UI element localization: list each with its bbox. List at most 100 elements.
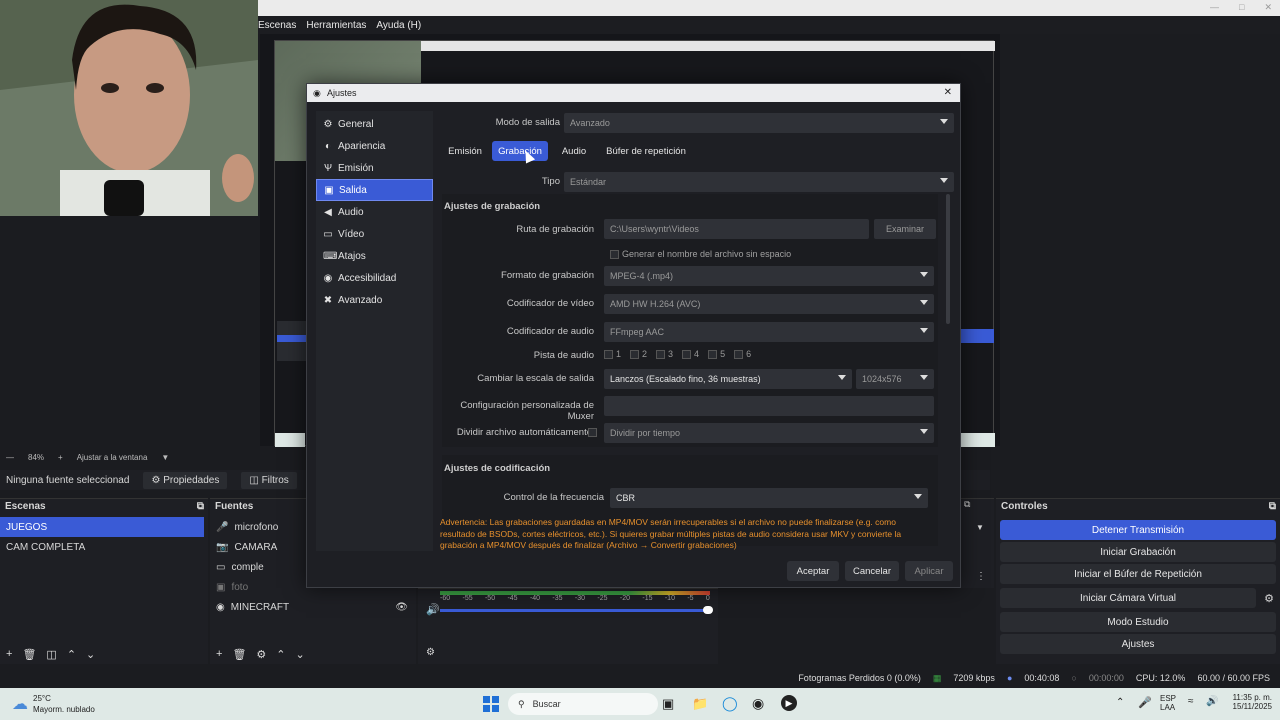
virtual-camera-button[interactable]: Iniciar Cámara Virtual	[1000, 588, 1256, 608]
path-input[interactable]: C:\Users\wyntr\Videos	[604, 219, 869, 239]
nav-item[interactable]: ▣ Salida	[316, 179, 433, 201]
taskbar-search[interactable]: ⚲ Buscar	[508, 693, 658, 715]
meter-tick: -5	[687, 595, 694, 602]
track-checkbox[interactable]: 5	[708, 349, 725, 360]
rescale-filter-select[interactable]: Lanczos (Escalado fino, 36 muestras)	[604, 369, 852, 389]
chevron-down-icon[interactable]: ▼	[976, 523, 984, 532]
volume-slider-handle[interactable]	[703, 606, 713, 614]
muxer-input[interactable]	[604, 396, 934, 416]
nav-item[interactable]: ⌨ Atajos	[316, 245, 433, 267]
speaker-icon[interactable]: 🔊	[426, 603, 440, 616]
nav-item[interactable]: ◐ Apariencia	[316, 135, 433, 157]
ok-button[interactable]: Aceptar	[787, 561, 839, 581]
source-item[interactable]: ◉ MINECRAFT 👁	[210, 597, 416, 617]
track-checkbox[interactable]: 3	[656, 349, 673, 360]
down-arrow-icon[interactable]: ⌄	[86, 648, 95, 661]
language-indicator[interactable]: ESP LAA	[1160, 694, 1176, 712]
nav-label: Accesibilidad	[338, 272, 397, 284]
dock-float-icon[interactable]: ⧉	[197, 501, 204, 512]
studio-mode-button[interactable]: Modo Estudio	[1000, 612, 1276, 632]
monitor-icon: ▭	[323, 228, 333, 240]
nav-item[interactable]: ✖ Avanzado	[316, 289, 433, 311]
browse-button[interactable]: Examinar	[874, 219, 936, 239]
add-icon[interactable]: +	[6, 648, 12, 660]
fit-window-label[interactable]: Ajustar a la ventana	[77, 453, 148, 462]
filters-button[interactable]: ◫ Filtros	[241, 471, 297, 489]
tab-replay-buffer[interactable]: Búfer de repetición	[600, 141, 692, 161]
nav-item[interactable]: ⚙ General	[316, 113, 433, 135]
up-arrow-icon[interactable]: ⌃	[67, 648, 76, 661]
settings-button[interactable]: Ajustes	[1000, 634, 1276, 654]
nav-item[interactable]: Ѱ Emisión	[316, 157, 433, 179]
chevron-down-icon[interactable]: ▼	[161, 453, 169, 462]
nav-item[interactable]: ▭ Vídeo	[316, 223, 433, 245]
nav-item[interactable]: ◀ Audio	[316, 201, 433, 223]
nav-item[interactable]: ◉ Accesibilidad	[316, 267, 433, 289]
properties-button[interactable]: ⚙ Propiedades	[143, 471, 228, 489]
down-arrow-icon[interactable]: ⌄	[296, 648, 305, 661]
scrollbar[interactable]	[946, 194, 950, 324]
type-select[interactable]: Estándar	[564, 172, 954, 192]
format-select[interactable]: MPEG-4 (.mp4)	[604, 266, 934, 286]
tab-grabacion[interactable]: Grabación	[492, 141, 548, 161]
minimize-icon[interactable]: —	[1210, 2, 1219, 13]
track-checkbox[interactable]: 4	[682, 349, 699, 360]
wifi-icon[interactable]: ≈	[1188, 696, 1194, 707]
task-view-icon[interactable]: ▣	[662, 696, 674, 712]
nospace-checkbox[interactable]: Generar el nombre del archivo sin espaci…	[610, 249, 791, 260]
media-app-icon[interactable]: ▶	[781, 695, 797, 711]
start-recording-button[interactable]: Iniciar Grabación	[1000, 542, 1276, 562]
up-arrow-icon[interactable]: ⌃	[276, 648, 285, 661]
obs-icon[interactable]: ◉	[752, 695, 764, 712]
track-checkbox[interactable]: 2	[630, 349, 647, 360]
tab-audio[interactable]: Audio	[554, 141, 594, 161]
more-icon[interactable]: ⋮	[976, 571, 986, 582]
dock-float-icon[interactable]: ⧉	[1269, 501, 1276, 512]
apply-button[interactable]: Aplicar	[905, 561, 953, 581]
dock-float-icon[interactable]: ⧉	[964, 499, 970, 510]
audio-encoder-select[interactable]: FFmpeg AAC	[604, 322, 934, 342]
scene-item[interactable]: JUEGOS	[0, 517, 204, 537]
output-mode-select[interactable]: Avanzado	[564, 113, 954, 133]
filter-icon[interactable]: ◫	[46, 648, 56, 661]
maximize-icon[interactable]: □	[1239, 2, 1244, 13]
windows-start-icon[interactable]	[483, 696, 499, 712]
menu-ayuda[interactable]: Ayuda (H)	[376, 20, 421, 31]
split-checkbox[interactable]	[588, 427, 600, 438]
meter-tick: -25	[597, 595, 608, 602]
clock[interactable]: 11:35 p. m. 15/11/2025	[1228, 693, 1272, 711]
stream-time: 00:40:08	[1024, 673, 1060, 683]
scene-item[interactable]: CAM COMPLETA	[0, 537, 204, 557]
edge-icon[interactable]: ◯	[722, 695, 738, 712]
track-checkbox[interactable]: 1	[604, 349, 621, 360]
track-checkbox[interactable]: 6	[734, 349, 751, 360]
weather-icon[interactable]: ☁	[12, 694, 28, 714]
add-icon[interactable]: +	[216, 648, 222, 660]
gear-icon[interactable]: ⚙	[1258, 592, 1280, 605]
close-icon[interactable]: ✕	[944, 87, 952, 98]
rate-control-select[interactable]: CBR	[610, 488, 928, 508]
zoom-minus[interactable]: —	[6, 453, 14, 462]
gear-icon[interactable]: ⚙	[256, 648, 266, 661]
stop-stream-button[interactable]: Detener Transmisión	[1000, 520, 1276, 540]
gear-icon[interactable]: ⚙	[426, 647, 435, 658]
cancel-button[interactable]: Cancelar	[845, 561, 899, 581]
eye-icon[interactable]: 👁	[395, 602, 408, 613]
folder-icon[interactable]: 📁	[692, 696, 708, 712]
trash-icon[interactable]: 🗑	[22, 648, 36, 661]
rescale-resolution-select[interactable]: 1024x576	[856, 369, 934, 389]
mic-tray-icon[interactable]: 🎤	[1138, 696, 1152, 709]
menu-herramientas[interactable]: Herramientas	[306, 20, 366, 31]
volume-slider[interactable]	[440, 609, 710, 612]
chevron-up-icon[interactable]: ⌃	[1116, 697, 1124, 708]
zoom-plus[interactable]: +	[58, 453, 63, 462]
close-icon[interactable]: ✕	[1264, 2, 1272, 13]
volume-icon[interactable]: 🔊	[1206, 696, 1218, 707]
video-encoder-select[interactable]: AMD HW H.264 (AVC)	[604, 294, 934, 314]
menu-escenas[interactable]: Escenas	[258, 20, 296, 31]
split-select[interactable]: Dividir por tiempo	[604, 423, 934, 443]
replay-buffer-button[interactable]: Iniciar el Búfer de Repetición	[1000, 564, 1276, 584]
tab-emision[interactable]: Emisión	[442, 141, 488, 161]
trash-icon[interactable]: 🗑	[232, 648, 246, 661]
sources-title: Fuentes	[215, 500, 254, 512]
